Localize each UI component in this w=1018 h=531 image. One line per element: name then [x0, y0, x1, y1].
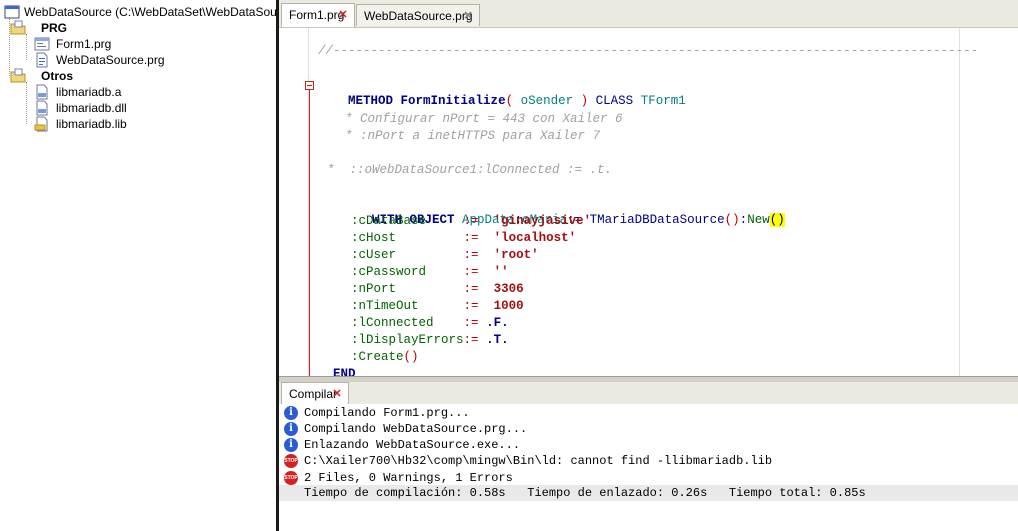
output-line-error[interactable]: STOP C:\Xailer700\Hb32\comp\mingw\Bin\ld… — [279, 453, 1018, 469]
code-editor[interactable]: //--------------------------------------… — [279, 28, 1018, 376]
output-text: Enlazando WebDataSource.exe... — [304, 438, 521, 452]
compile-output[interactable]: i Compilando Form1.prg... i Compilando W… — [279, 404, 1018, 531]
code-line-property: :cDataBase := 'ginayjasive' — [351, 214, 592, 228]
tab-label: Form1.prg — [289, 8, 345, 22]
code-line-end: END — [333, 367, 356, 376]
output-line-summary[interactable]: Tiempo de compilación: 0.58s Tiempo de e… — [279, 485, 1018, 501]
tab-label: WebDataSource.prg — [364, 9, 473, 23]
prg-file-icon — [36, 52, 48, 68]
code-line-property: :cUser := 'root' — [351, 248, 539, 262]
code-line-property: :lConnected := .F. — [351, 316, 509, 330]
folder-icon — [10, 68, 26, 83]
code-line-comment: * :nPort a inetHTTPS para Xailer 7 — [345, 129, 601, 143]
tree-group-label: PRG — [41, 21, 68, 35]
code-line-property: :cPassword := '' — [351, 265, 509, 279]
library-file-icon — [36, 100, 48, 116]
tree-item-label: libmariadb.dll — [56, 101, 127, 115]
output-text: Tiempo de compilación: 0.58s Tiempo de e… — [304, 486, 866, 500]
code-line-separator: //--------------------------------------… — [318, 44, 979, 58]
output-text: 2 Files, 0 Warnings, 1 Errors — [304, 471, 513, 485]
folder-icon — [10, 20, 26, 35]
code-line-property: :cHost := 'localhost' — [351, 231, 577, 245]
right-margin-line — [959, 28, 960, 376]
tab-label: Compilar — [289, 387, 338, 401]
code-line-property: :nPort := 3306 — [351, 282, 524, 296]
tree-root-label: WebDataSource (C:\WebDataSet\WebDataSour… — [24, 5, 276, 19]
fold-line — [309, 90, 310, 376]
tree-item-label: Form1.prg — [56, 37, 112, 51]
tree-item-label: libmariadb.lib — [56, 117, 127, 131]
output-tab-bar: Compilar ✕ — [279, 382, 1018, 405]
code-line-property: :lDisplayErrors:= .T. — [351, 333, 509, 347]
form-file-icon — [34, 37, 50, 51]
tree-connector — [26, 82, 27, 124]
output-line[interactable]: i Enlazando WebDataSource.exe... — [279, 437, 1018, 453]
tab-webdatasource[interactable]: WebDataSource.prg ✕ — [356, 4, 480, 26]
code-line-property: :Create() — [351, 350, 419, 364]
stop-error-icon: STOP — [284, 454, 298, 468]
output-line[interactable]: i Compilando Form1.prg... — [279, 405, 1018, 421]
output-text: C:\Xailer700\Hb32\comp\mingw\Bin\ld: can… — [304, 454, 773, 468]
window-icon — [4, 5, 20, 19]
code-line-property: :nTimeOut := 1000 — [351, 299, 524, 313]
tree-connector — [26, 34, 27, 60]
project-tree: WebDataSource (C:\WebDataSet\WebDataSour… — [0, 0, 276, 531]
tab-compilar[interactable]: Compilar ✕ — [281, 382, 349, 404]
output-text: Compilando Form1.prg... — [304, 406, 470, 420]
code-line-comment: * Configurar nPort = 443 con Xailer 6 — [345, 112, 623, 126]
code-line-with-object: WITH OBJECT AppData:oMaria:= TMariaDBDat… — [372, 213, 785, 227]
output-line[interactable]: i Compilando WebDataSource.prg... — [279, 421, 1018, 437]
tree-item-label: WebDataSource.prg — [56, 53, 165, 67]
close-icon[interactable]: ✕ — [338, 10, 348, 21]
fold-toggle-icon[interactable] — [305, 81, 314, 90]
code-line-method: METHOD FormInitialize( oSender ) CLASS T… — [348, 94, 686, 108]
stop-error-icon: STOP — [284, 471, 298, 485]
tree-item-label: libmariadb.a — [56, 85, 122, 99]
close-icon[interactable]: ✕ — [463, 11, 473, 22]
library-file-icon — [34, 116, 48, 132]
info-icon: i — [284, 422, 298, 436]
info-icon: i — [284, 406, 298, 420]
tree-group-label: Otros — [41, 69, 74, 83]
output-line-error[interactable]: STOP 2 Files, 0 Warnings, 1 Errors — [279, 470, 1018, 486]
code-line-comment: * ::oWebDataSource1:lConnected := .t. — [327, 163, 613, 177]
info-icon: i — [284, 438, 298, 452]
editor-tab-bar: Form1.prg ✕ WebDataSource.prg ✕ — [279, 0, 1018, 28]
tab-form1[interactable]: Form1.prg ✕ — [281, 3, 355, 27]
library-file-icon — [36, 84, 48, 100]
output-text: Compilando WebDataSource.prg... — [304, 422, 528, 436]
close-icon[interactable]: ✕ — [332, 389, 342, 400]
